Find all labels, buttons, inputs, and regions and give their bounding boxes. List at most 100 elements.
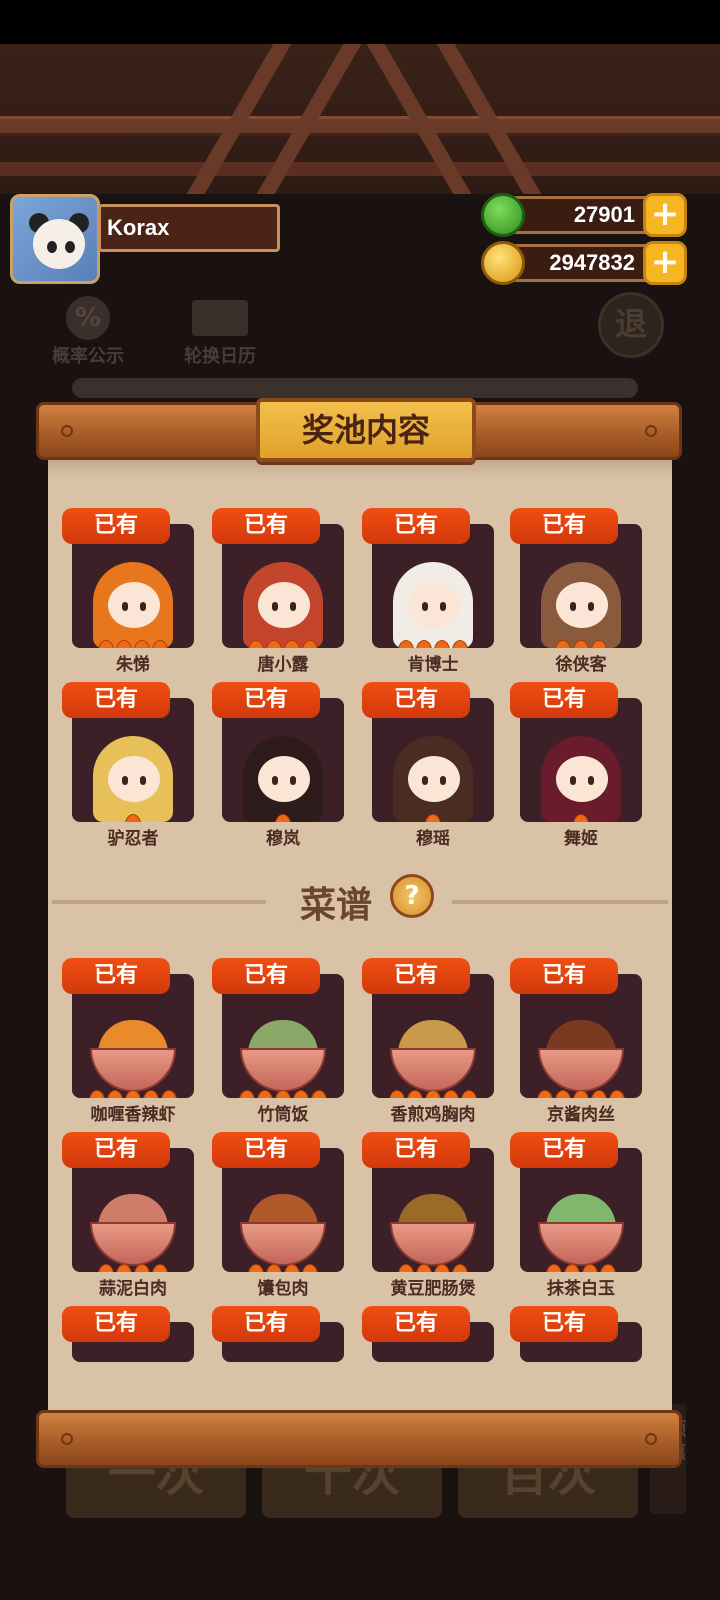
exit-button[interactable]: 退 xyxy=(598,292,664,358)
star-rating xyxy=(72,1264,194,1272)
add-gold-button[interactable]: + xyxy=(643,241,687,285)
recipe-card[interactable]: 已有 咖喱香辣虾 xyxy=(62,958,194,1125)
owned-tag: 已有 xyxy=(62,508,170,544)
character-face xyxy=(556,582,608,628)
star-flame-icon xyxy=(125,814,141,822)
star-flame-icon xyxy=(293,1090,309,1098)
character-name: 驴忍者 xyxy=(107,829,159,849)
recipe-card[interactable]: 已有 香煎鸡胸肉 xyxy=(362,958,494,1125)
star-flame-icon xyxy=(302,1264,318,1272)
star-flame-icon xyxy=(582,1264,598,1272)
star-flame-icon xyxy=(116,640,132,648)
star-flame-icon xyxy=(134,640,150,648)
star-flame-icon xyxy=(248,1264,264,1272)
character-card[interactable]: 已有 徐侠客 xyxy=(510,508,642,675)
player-name: Korax xyxy=(98,204,280,252)
star-flame-icon xyxy=(461,1090,477,1098)
character-face xyxy=(408,582,460,628)
owned-tag: 已有 xyxy=(212,1132,320,1168)
background-banner xyxy=(72,378,638,398)
dish-plate xyxy=(240,1222,326,1266)
eye xyxy=(440,602,446,611)
recipe-card[interactable]: 已有 黄豆肥肠煲 xyxy=(362,1132,494,1299)
recipe-name: 黄豆肥肠煲 xyxy=(390,1279,476,1299)
recipe-name: 京酱肉丝 xyxy=(547,1105,615,1125)
dish-plate xyxy=(538,1222,624,1266)
character-name: 朱悌 xyxy=(116,655,150,675)
owned-tag: 已有 xyxy=(510,682,618,718)
calendar-menu[interactable]: 轮换日历 xyxy=(172,300,268,368)
owned-tag: 已有 xyxy=(62,1306,170,1342)
recipe-card[interactable]: 已有 蒜泥白肉 xyxy=(62,1132,194,1299)
character-card[interactable]: 已有驴忍者 xyxy=(62,682,194,849)
character-card[interactable]: 已有 肯博士 xyxy=(362,508,494,675)
star-flame-icon xyxy=(89,1090,105,1098)
character-face xyxy=(108,582,160,628)
star-flame-icon xyxy=(452,640,468,648)
jade-counter: 27901 + xyxy=(481,193,687,237)
star-flame-icon xyxy=(416,1264,432,1272)
recipe-card[interactable]: 已有 竹筒饭 xyxy=(212,958,344,1125)
dish-plate xyxy=(390,1048,476,1092)
eye xyxy=(440,776,446,785)
recipes-section-title: 菜谱 xyxy=(299,885,372,926)
star-rating xyxy=(520,814,642,822)
star-flame-icon xyxy=(398,640,414,648)
star-flame-icon xyxy=(555,1090,571,1098)
jade-value: 27901 xyxy=(573,202,635,227)
eye xyxy=(422,776,428,785)
eye xyxy=(140,602,146,611)
scroll-rod-bottom xyxy=(36,1410,682,1468)
recipe-card[interactable]: 已有 抹茶白玉 xyxy=(510,1132,642,1299)
eye xyxy=(570,602,576,611)
rod-bolt xyxy=(645,1433,657,1445)
character-name: 穆岚 xyxy=(266,829,300,849)
star-flame-icon xyxy=(537,1090,553,1098)
recipe-name: 蒜泥白肉 xyxy=(99,1279,167,1299)
owned-tag: 已有 xyxy=(362,1306,470,1342)
star-flame-icon xyxy=(416,640,432,648)
add-jade-button[interactable]: + xyxy=(643,193,687,237)
character-card[interactable]: 已有朱悌 xyxy=(62,508,194,675)
divider-right xyxy=(452,900,668,904)
character-face xyxy=(108,756,160,802)
character-name: 舞姬 xyxy=(564,829,598,849)
dish-plate xyxy=(538,1048,624,1092)
star-flame-icon xyxy=(143,1090,159,1098)
recipe-card[interactable]: 已有京酱肉丝 xyxy=(510,958,642,1125)
owned-tag: 已有 xyxy=(212,1306,320,1342)
star-rating xyxy=(520,1264,642,1272)
star-flame-icon xyxy=(555,640,571,648)
star-rating xyxy=(372,1090,494,1098)
character-card[interactable]: 已有 唐小露 xyxy=(212,508,344,675)
character-card[interactable]: 已有 穆瑶 xyxy=(362,682,494,849)
star-flame-icon xyxy=(302,640,318,648)
character-name: 徐侠客 xyxy=(555,655,607,675)
character-card[interactable]: 已有舞姬 xyxy=(510,682,642,849)
owned-tag: 已有 xyxy=(510,958,618,994)
star-flame-icon xyxy=(161,1090,177,1098)
star-flame-icon xyxy=(248,640,264,648)
star-rating xyxy=(520,1090,642,1098)
character-name: 肯博士 xyxy=(407,655,459,675)
avatar[interactable] xyxy=(10,194,100,284)
probability-menu[interactable]: % 概率公示 xyxy=(40,296,136,368)
eye xyxy=(422,602,428,611)
star-flame-icon xyxy=(98,640,114,648)
percent-icon: % xyxy=(66,296,110,340)
owned-tag: 已有 xyxy=(62,682,170,718)
dish-plate xyxy=(390,1222,476,1266)
rod-bolt xyxy=(61,425,73,437)
star-flame-icon xyxy=(152,640,168,648)
eye xyxy=(122,602,128,611)
recipe-card[interactable]: 已有 馕包肉 xyxy=(212,1132,344,1299)
help-icon[interactable]: ? xyxy=(390,874,434,918)
owned-tag: 已有 xyxy=(362,682,470,718)
eye xyxy=(140,776,146,785)
roof-beam-lower xyxy=(0,162,720,176)
character-card[interactable]: 已有 穆岚 xyxy=(212,682,344,849)
eye xyxy=(290,602,296,611)
character-face xyxy=(258,582,310,628)
star-flame-icon xyxy=(600,1264,616,1272)
owned-tag: 已有 xyxy=(510,1132,618,1168)
